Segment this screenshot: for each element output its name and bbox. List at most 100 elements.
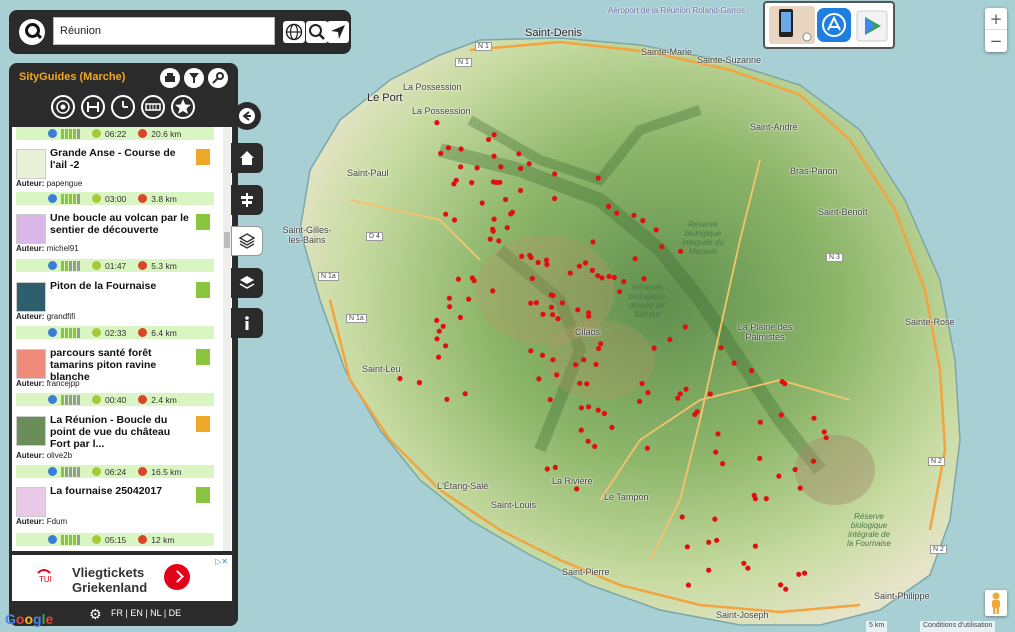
route-marker[interactable]	[589, 267, 596, 273]
route-marker[interactable]	[581, 357, 587, 363]
route-marker[interactable]	[752, 496, 759, 502]
route-marker[interactable]	[576, 263, 583, 269]
zoom-search-icon[interactable]	[306, 21, 328, 43]
route-marker[interactable]	[641, 276, 647, 282]
route-marker[interactable]	[707, 391, 713, 397]
route-marker[interactable]	[667, 336, 673, 343]
filter-icon[interactable]	[184, 68, 204, 88]
language-links[interactable]: FR | EN | NL | DE	[111, 608, 181, 618]
route-marker[interactable]	[436, 354, 442, 360]
target-icon[interactable]	[51, 95, 75, 119]
route-marker[interactable]	[552, 171, 558, 177]
route-marker[interactable]	[573, 362, 579, 368]
route-marker[interactable]	[518, 165, 524, 171]
route-marker[interactable]	[752, 543, 759, 549]
route-marker[interactable]	[644, 445, 650, 451]
route-marker[interactable]	[535, 259, 541, 266]
route-marker[interactable]	[802, 570, 808, 576]
route-marker[interactable]	[823, 435, 829, 441]
route-marker[interactable]	[595, 175, 601, 181]
route-marker[interactable]	[479, 200, 485, 206]
route-marker[interactable]	[653, 227, 659, 233]
route-marker[interactable]	[645, 390, 651, 396]
route-title[interactable]: Piton de la Fournaise	[50, 280, 190, 292]
route-marker[interactable]	[457, 314, 463, 320]
route-marker[interactable]	[518, 187, 524, 194]
route-marker[interactable]	[778, 582, 784, 588]
route-marker[interactable]	[528, 348, 534, 354]
route-marker[interactable]	[683, 386, 689, 392]
route-marker[interactable]	[486, 136, 492, 143]
list-scrollbar[interactable]	[223, 127, 231, 551]
route-marker[interactable]	[741, 560, 747, 566]
locate-arrow-icon[interactable]	[327, 21, 349, 43]
route-marker[interactable]	[692, 411, 698, 418]
route-marker[interactable]	[567, 270, 573, 276]
route-marker[interactable]	[682, 324, 688, 330]
route-title[interactable]: La Réunion - Boucle du point de vue du c…	[50, 414, 190, 450]
route-marker[interactable]	[474, 165, 480, 171]
route-marker[interactable]	[590, 239, 596, 245]
route-marker[interactable]	[539, 352, 546, 358]
route-marker[interactable]	[763, 496, 769, 502]
route-marker[interactable]	[444, 396, 450, 402]
advert-banner[interactable]: TUI Vliegtickets Griekenland ▷✕	[12, 555, 232, 601]
route-marker[interactable]	[677, 391, 683, 397]
route-marker[interactable]	[745, 565, 751, 571]
route-marker[interactable]	[458, 164, 464, 170]
route-marker[interactable]	[584, 381, 590, 387]
route-marker[interactable]	[821, 429, 827, 435]
route-marker[interactable]	[637, 398, 643, 404]
terms-link[interactable]: Conditions d'utilisation	[920, 621, 996, 632]
route-marker[interactable]	[577, 380, 583, 386]
route-marker[interactable]	[582, 260, 589, 266]
route-marker[interactable]	[555, 316, 561, 322]
route-marker[interactable]	[504, 225, 510, 231]
route-marker[interactable]	[491, 132, 497, 138]
route-marker[interactable]	[595, 407, 601, 413]
route-marker[interactable]	[550, 312, 556, 318]
route-marker[interactable]	[776, 473, 782, 479]
route-marker[interactable]	[416, 380, 422, 386]
zoom-in-button[interactable]: +	[985, 8, 1007, 30]
info-button[interactable]	[231, 308, 263, 338]
route-marker[interactable]	[554, 372, 560, 378]
route-marker[interactable]	[498, 164, 504, 170]
route-marker[interactable]	[778, 412, 784, 418]
route-marker[interactable]	[533, 300, 540, 306]
route-marker[interactable]	[462, 391, 468, 397]
route-marker[interactable]	[757, 419, 763, 425]
route-marker[interactable]	[548, 304, 555, 310]
route-marker[interactable]	[446, 295, 452, 301]
route-marker[interactable]	[440, 323, 446, 329]
route-marker[interactable]	[528, 300, 534, 306]
route-marker[interactable]	[527, 252, 533, 258]
route-marker[interactable]	[445, 145, 451, 151]
street-view-pegman[interactable]	[985, 590, 1007, 616]
route-marker[interactable]	[592, 443, 598, 449]
route-marker[interactable]	[706, 567, 712, 573]
route-marker[interactable]	[544, 261, 550, 268]
routes-button[interactable]	[231, 185, 263, 215]
overlay-layers-button[interactable]	[231, 268, 263, 298]
route-marker[interactable]	[796, 571, 802, 577]
route-marker[interactable]	[617, 289, 623, 295]
route-marker[interactable]	[438, 150, 444, 156]
route-marker[interactable]	[491, 216, 497, 222]
route-marker[interactable]	[491, 153, 497, 159]
route-marker[interactable]	[811, 415, 817, 421]
route-marker[interactable]	[712, 516, 718, 522]
advert-go-button[interactable]	[164, 564, 190, 590]
gear-icon[interactable]: ⚙	[89, 606, 102, 623]
route-marker[interactable]	[550, 357, 556, 363]
route-marker[interactable]	[540, 311, 546, 317]
route-marker[interactable]	[714, 537, 720, 543]
distance-icon[interactable]	[81, 95, 105, 119]
route-marker[interactable]	[606, 203, 612, 210]
route-marker[interactable]	[797, 485, 803, 491]
route-marker[interactable]	[453, 177, 459, 183]
route-title[interactable]: Une boucle au volcan par le sentier de d…	[50, 212, 190, 236]
route-list[interactable]: 06:22 20.6 km Grande Anse - Course de l'…	[12, 127, 232, 551]
route-marker[interactable]	[640, 218, 646, 224]
route-marker[interactable]	[543, 257, 550, 263]
